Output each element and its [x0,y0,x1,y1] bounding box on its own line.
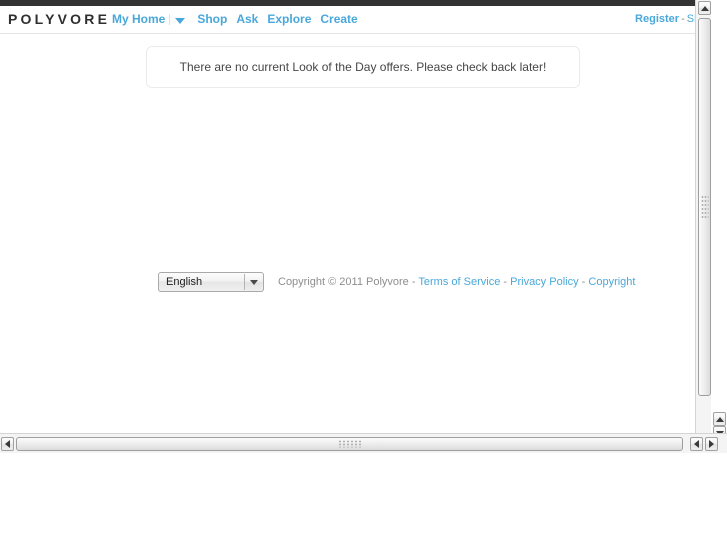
nav-item-explore[interactable]: Explore [267,12,320,27]
register-link[interactable]: Register [635,13,679,25]
vertical-scrollbar-thumb[interactable] [698,18,711,396]
site-footer: English Copyright © 2011 Polyvore - Term… [158,272,635,292]
nav-item-my-home[interactable]: My Home [112,12,169,27]
auth-separator: - [681,13,685,25]
scroll-up-button-bottom[interactable] [713,412,726,426]
arrow-right-icon [709,440,714,448]
copyright-text: Copyright © 2011 Polyvore [278,276,409,288]
chevron-down-icon [249,279,258,285]
footer-separator: - [581,276,586,288]
scroll-up-button[interactable] [698,1,711,15]
footer-copyright-row: Copyright © 2011 Polyvore - Terms of Ser… [278,276,635,288]
footer-separator: - [411,276,416,288]
notice-message: There are no current Look of the Day off… [179,60,547,74]
arrow-left-icon [694,440,699,448]
language-select[interactable]: English [158,272,264,292]
grip-dots-icon [701,196,708,218]
vertical-scrollbar-track[interactable] [695,0,711,433]
chevron-down-icon[interactable] [175,17,186,24]
scroll-left-button-right[interactable] [690,437,703,451]
language-select-value: English [166,276,203,288]
scroll-left-button[interactable] [1,437,14,451]
nav-separator [169,14,171,25]
polyvore-logo[interactable]: POLYVORE [8,11,110,27]
main-navigation: My Home Shop Ask Explore Create [112,12,367,27]
footer-separator: - [503,276,508,288]
arrow-left-icon [5,440,10,448]
page-viewport: POLYVORE My Home Shop Ask Explore Create… [0,0,711,433]
footer-link-terms-of-service[interactable]: Terms of Service [418,276,500,288]
arrow-up-icon [700,5,709,11]
site-header: POLYVORE My Home Shop Ask Explore Create… [0,6,711,34]
nav-item-create[interactable]: Create [320,12,366,27]
notice-box: There are no current Look of the Day off… [146,46,580,88]
horizontal-scrollbar-track[interactable] [0,433,727,453]
footer-link-privacy-policy[interactable]: Privacy Policy [510,276,578,288]
arrow-up-icon [715,416,724,422]
language-dropdown-button[interactable] [244,274,262,290]
nav-item-shop[interactable]: Shop [197,12,236,27]
grip-dots-icon [338,440,361,448]
footer-link-copyright[interactable]: Copyright [588,276,635,288]
horizontal-scrollbar-thumb[interactable] [16,437,683,451]
nav-item-ask[interactable]: Ask [236,12,267,27]
scroll-right-button[interactable] [705,437,718,451]
